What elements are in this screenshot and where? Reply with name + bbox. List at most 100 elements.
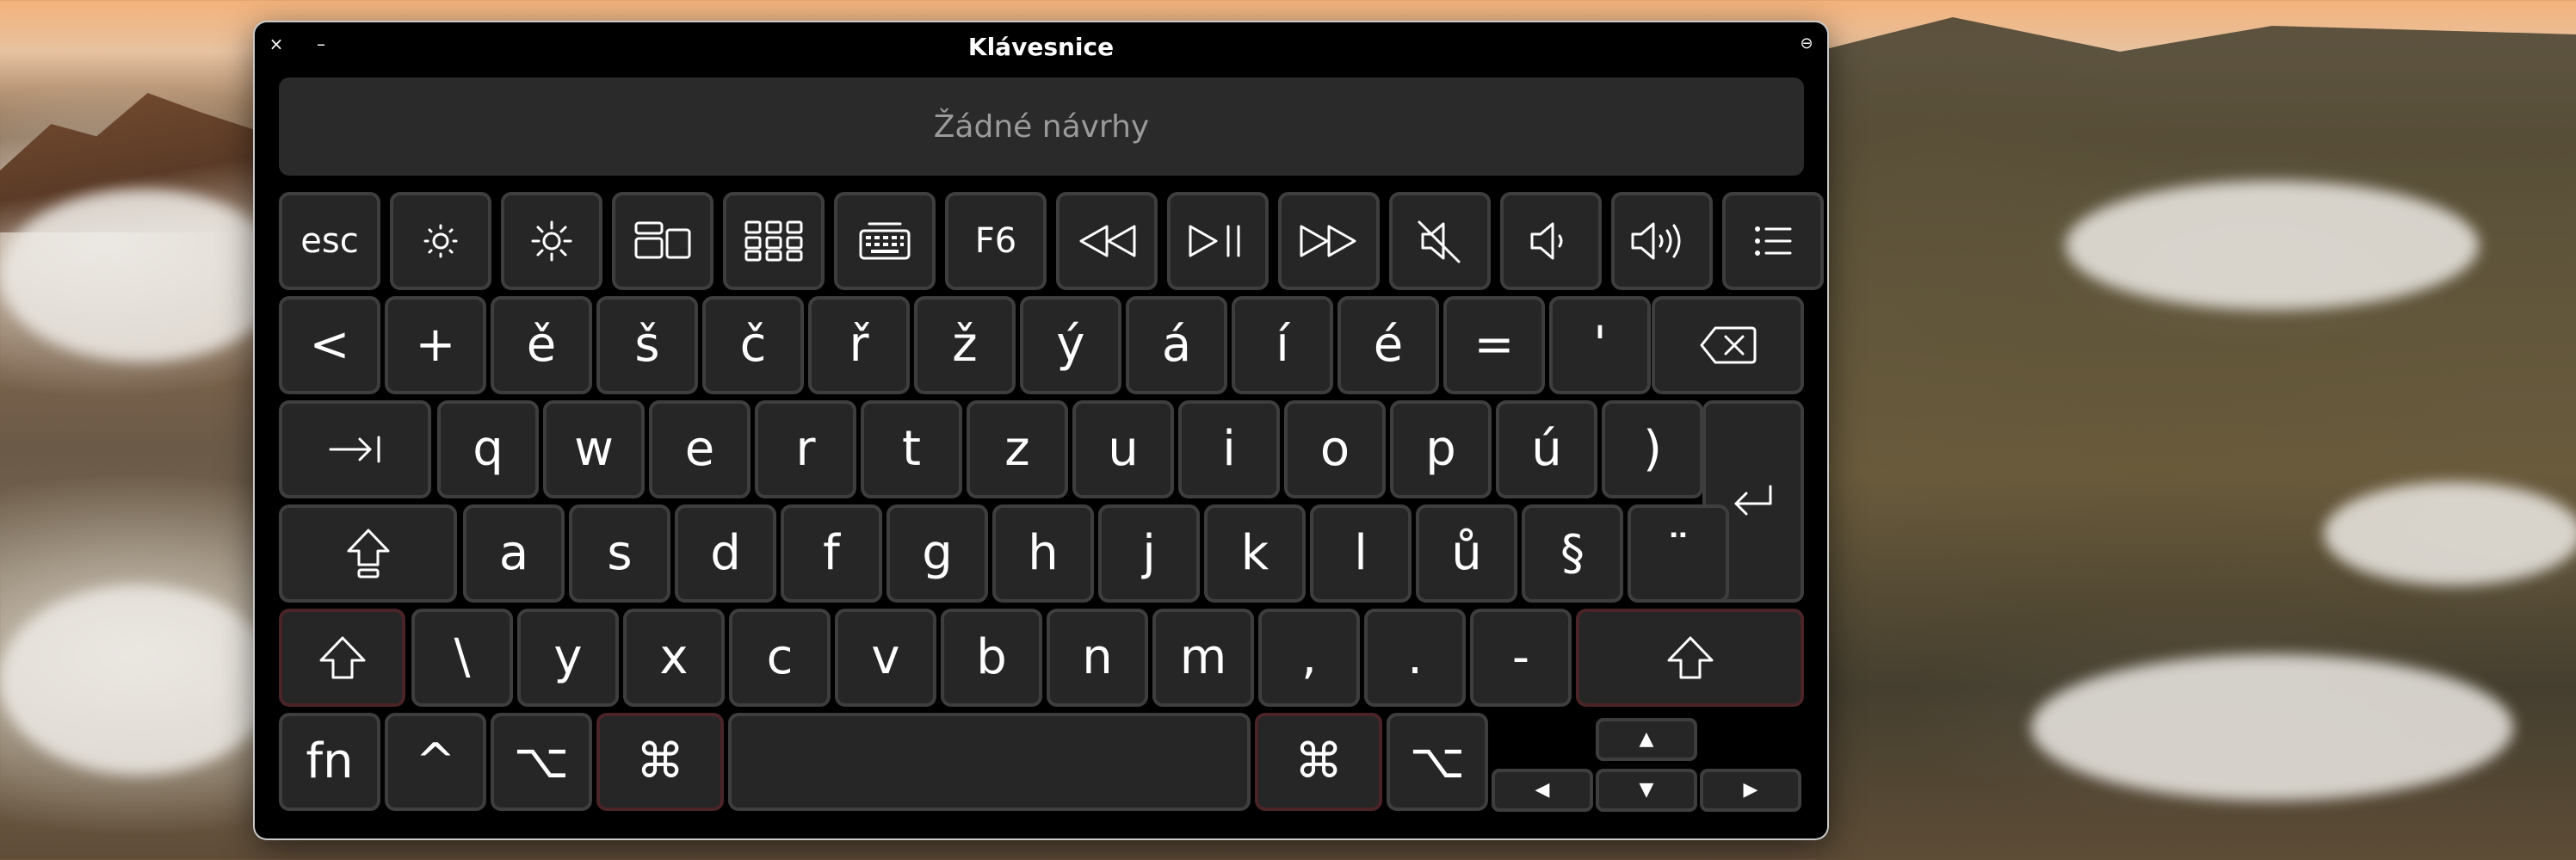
arrow-right-key[interactable]: ▶	[1700, 769, 1801, 812]
fn-key-launchpad[interactable]	[723, 192, 825, 290]
fn-key-esc[interactable]: esc	[279, 192, 380, 290]
key[interactable]: v	[835, 609, 936, 707]
key-label: ^	[415, 733, 456, 789]
key[interactable]: e	[649, 400, 751, 498]
key-label: h	[1028, 525, 1059, 581]
key[interactable]: .	[1364, 609, 1466, 707]
key[interactable]: +	[385, 296, 486, 394]
shift-left-key[interactable]	[279, 609, 405, 707]
fn-key-list[interactable]	[1722, 192, 1824, 290]
key[interactable]: ř	[808, 296, 910, 394]
key[interactable]: x	[623, 609, 725, 707]
key[interactable]: d	[675, 504, 776, 603]
arrow-left-key[interactable]: ◀	[1492, 769, 1593, 812]
key[interactable]: a	[463, 504, 565, 603]
key-label: '	[1593, 317, 1607, 373]
key[interactable]: ů	[1416, 504, 1517, 603]
key[interactable]: ě	[491, 296, 592, 394]
key-label: z	[1004, 421, 1030, 477]
shift-right-key[interactable]	[1576, 609, 1804, 707]
key[interactable]: ž	[914, 296, 1016, 394]
key-label: g	[922, 525, 953, 581]
titlebar: × – Klávesnice ⊖	[255, 22, 1827, 74]
key[interactable]: '	[1549, 296, 1651, 394]
key[interactable]: m	[1152, 609, 1254, 707]
key[interactable]: )	[1602, 400, 1703, 498]
key[interactable]: z	[967, 400, 1068, 498]
arrow-down-key[interactable]: ▼	[1596, 769, 1697, 812]
key[interactable]: k	[1204, 504, 1306, 603]
key[interactable]: y	[517, 609, 619, 707]
fn-key-rewind[interactable]	[1056, 192, 1158, 290]
caps-lock-key[interactable]	[279, 504, 457, 603]
suggestions-bar: Žádné návrhy	[279, 77, 1804, 176]
key[interactable]: s	[569, 504, 670, 603]
key[interactable]: l	[1310, 504, 1412, 603]
delete-key[interactable]	[1652, 296, 1804, 394]
key[interactable]: ,	[1258, 609, 1360, 707]
brightness-down-icon	[417, 217, 465, 265]
key[interactable]: é	[1337, 296, 1439, 394]
key[interactable]: r	[755, 400, 856, 498]
key-label: ě	[526, 317, 557, 373]
key[interactable]: j	[1098, 504, 1200, 603]
key[interactable]: =	[1443, 296, 1545, 394]
key[interactable]: g	[886, 504, 988, 603]
key[interactable]: f	[781, 504, 882, 603]
tab-icon	[325, 430, 386, 468]
key[interactable]: š	[596, 296, 698, 394]
command-right-key[interactable]: ⌘	[1255, 713, 1382, 811]
space-bar[interactable]	[728, 713, 1251, 811]
key-label: b	[976, 629, 1007, 685]
key[interactable]: \	[411, 609, 513, 707]
key[interactable]: n	[1047, 609, 1148, 707]
key[interactable]: u	[1072, 400, 1174, 498]
fn-key-keyboard-backlight[interactable]	[834, 192, 936, 290]
options-button[interactable]: ⊖	[1797, 34, 1816, 53]
key-label: ⌘	[636, 733, 684, 789]
key[interactable]: h	[992, 504, 1094, 603]
key[interactable]: <	[279, 296, 380, 394]
key[interactable]: ú	[1496, 400, 1597, 498]
fn-key-play-pause[interactable]	[1167, 192, 1269, 290]
key[interactable]: á	[1126, 296, 1227, 394]
option-left-key[interactable]: ⌥	[491, 713, 592, 811]
fn-key-mission-control[interactable]	[612, 192, 713, 290]
key[interactable]: §	[1522, 504, 1623, 603]
key[interactable]: w	[543, 400, 645, 498]
key-label: a	[498, 525, 529, 581]
key[interactable]: t	[861, 400, 962, 498]
fn-key-mute[interactable]	[1389, 192, 1491, 290]
tab-key[interactable]	[279, 400, 431, 498]
fn-key-brightness-down[interactable]	[390, 192, 491, 290]
key[interactable]: č	[702, 296, 804, 394]
wallpaper-cloud	[2031, 654, 2513, 801]
key[interactable]: c	[729, 609, 831, 707]
key[interactable]: q	[437, 400, 539, 498]
key[interactable]: o	[1284, 400, 1386, 498]
fn-key-volume-down[interactable]	[1500, 192, 1602, 290]
key[interactable]: ý	[1020, 296, 1121, 394]
command-left-key[interactable]: ⌘	[596, 713, 724, 811]
fn-key-fast-forward[interactable]	[1278, 192, 1380, 290]
key-label: á	[1161, 317, 1192, 373]
volume-down-icon	[1525, 217, 1577, 265]
key[interactable]: i	[1178, 400, 1280, 498]
key-label: í	[1276, 317, 1289, 373]
key-label: p	[1425, 421, 1456, 477]
key[interactable]: p	[1390, 400, 1492, 498]
fn-key-brightness-up[interactable]	[501, 192, 602, 290]
fn-key-F6[interactable]: F6	[945, 192, 1047, 290]
fn-key-volume-up[interactable]	[1611, 192, 1713, 290]
fn-key[interactable]: fn	[279, 713, 380, 811]
key-label: e	[684, 421, 715, 477]
key[interactable]: í	[1232, 296, 1333, 394]
option-right-key[interactable]: ⌥	[1387, 713, 1488, 811]
control-key[interactable]: ^	[385, 713, 486, 811]
key[interactable]: ¨	[1628, 504, 1729, 603]
delete-left-icon	[1698, 323, 1758, 368]
key[interactable]: b	[941, 609, 1042, 707]
arrow-up-key[interactable]: ▲	[1596, 718, 1697, 761]
key-label: x	[659, 629, 689, 685]
key[interactable]: -	[1470, 609, 1572, 707]
